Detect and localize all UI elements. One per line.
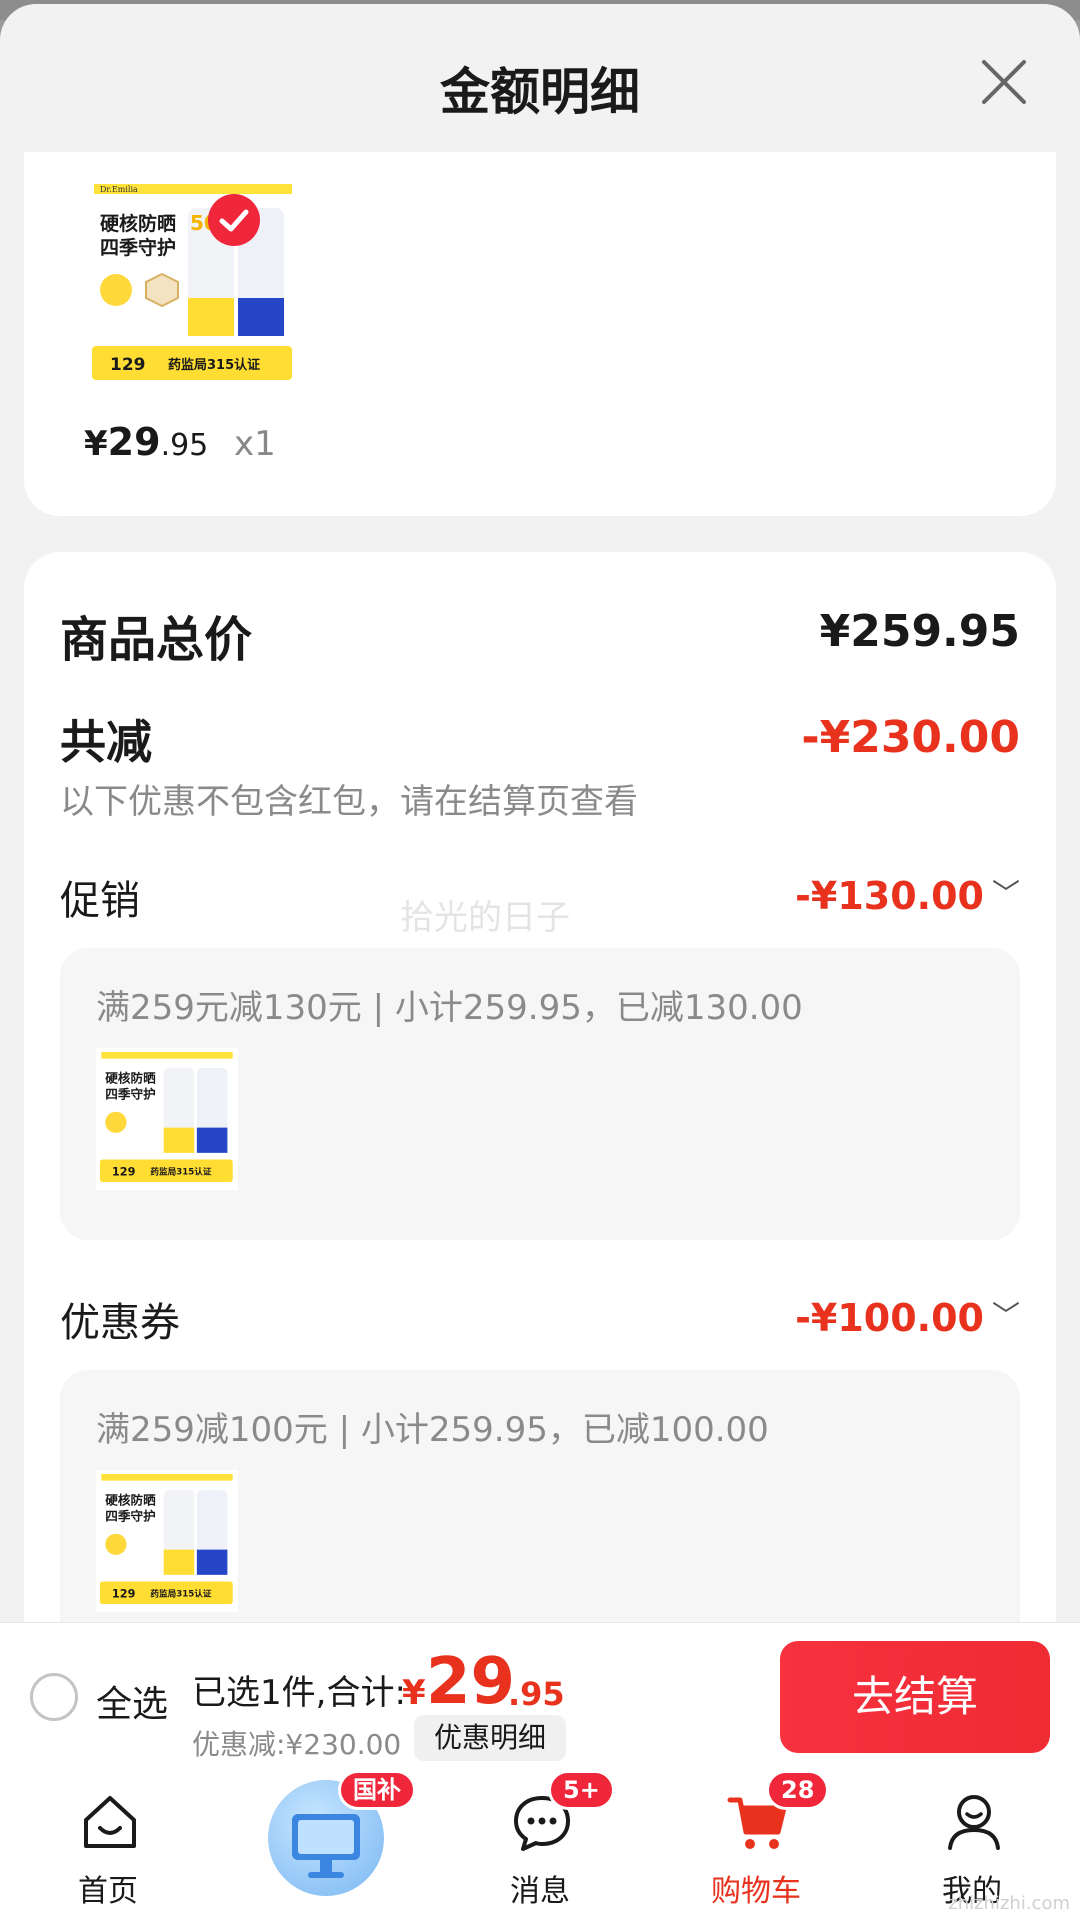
thumb-headline-2: 四季守护 [105,1086,155,1101]
cart-badge: 28 [766,1770,830,1810]
subsidy-badge: 国补 [338,1770,416,1810]
total-reduction-value: -¥230.00 [801,712,1020,763]
tab-home[interactable]: 首页 [8,1772,208,1922]
price-tag-text: 129 [110,355,146,375]
price-tag-text: 129 [112,1165,136,1178]
select-all-label[interactable]: 全选 [96,1675,168,1727]
product-card: Dr.Emilia 硬核防晒 四季守护 50 129 药监局315认证 ¥29.… [24,152,1056,516]
home-icon [84,1796,136,1848]
site-watermark: zhizhizhi.com [948,1893,1070,1914]
product-quantity: x1 [234,424,276,464]
coupon-detail-text: 满259减100元 | 小计259.95，已减100.00 [96,1410,769,1450]
sunscreen-product-image: 硬核防晒 四季守护 129 药监局315认证 [96,1048,238,1190]
selected-check-icon[interactable] [208,194,260,246]
sunscreen-product-image: 硬核防晒 四季守护 129 药监局315认证 [96,1470,238,1612]
chevron-down-icon: ﹀ [991,877,1020,910]
reduction-note: 以下优惠不包含红包，请在结算页查看 [60,782,638,822]
total-integer: 29 [426,1645,516,1719]
coupon-label: 优惠券 [60,1300,180,1346]
selected-summary: 已选1件,合计: [192,1673,406,1713]
user-watermark: 拾光的日子 [400,898,570,938]
price-decimal: .95 [160,428,209,463]
message-badge: 5+ [548,1770,615,1810]
cert-tag-text: 药监局315认证 [150,1166,211,1178]
close-icon [982,60,1026,104]
close-button[interactable] [976,54,1032,110]
thumb-headline-2: 四季守护 [100,236,176,259]
promotion-toggle[interactable]: -¥130.00 ﹀ [795,872,1020,918]
promotion-detail-text: 满259元减130元 | 小计259.95，已减130.00 [96,988,803,1028]
promotion-value: -¥130.00 [795,874,984,918]
select-all-radio[interactable] [30,1673,78,1721]
price-tag-text: 129 [112,1587,136,1600]
tab-cart-label: 购物车 [711,1874,801,1909]
total-decimal: .95 [508,1675,565,1713]
tab-messages[interactable]: 5+ 消息 [440,1770,640,1922]
thumb-headline-1: 硬核防晒 [100,212,176,235]
cert-tag-text: 药监局315认证 [168,357,260,373]
chevron-down-icon: ﹀ [991,1299,1020,1332]
price-currency: ¥ [84,424,108,464]
promotion-detail-box: 满259元减130元 | 小计259.95，已减130.00 硬核防晒 四季守护… [60,948,1020,1240]
discount-amount: 优惠减:¥230.00 [192,1728,402,1761]
checkout-bar: 全选 已选1件,合计: ¥ 29 .95 优惠减:¥230.00 优惠明细 去结… [0,1622,1080,1772]
thumb-headline-1: 硬核防晒 [105,1493,156,1508]
bottom-tab-bar: 首页 国补 5+ 消息 28 购物车 我的 zhizhizhi.com [0,1770,1080,1922]
total-price-value: ¥259.95 [819,606,1020,657]
product-price: ¥29.95 [84,420,208,464]
tab-home-label: 首页 [78,1874,138,1909]
thumb-headline-1: 硬核防晒 [105,1071,156,1086]
coupon-value: -¥100.00 [795,1296,984,1340]
total-price-label: 商品总价 [60,612,253,668]
tab-messages-label: 消息 [510,1874,570,1909]
discount-detail-button[interactable]: 优惠明细 [414,1715,567,1761]
amount-detail-sheet: 金额明细 Dr.Emilia 硬核防晒 四季守护 50 129 药监局315认证… [0,4,1080,1624]
sunscreen-product-image[interactable]: Dr.Emilia 硬核防晒 四季守护 50 129 药监局315认证 [86,178,300,392]
profile-icon [948,1795,1000,1850]
brand-text: Dr.Emilia [100,185,138,194]
coupon-toggle[interactable]: -¥100.00 ﹀ [795,1294,1020,1340]
page: 金额明细 Dr.Emilia 硬核防晒 四季守护 50 129 药监局315认证… [0,0,1080,1922]
sheet-title: 金额明细 [440,63,640,121]
thumb-headline-2: 四季守护 [105,1508,155,1523]
coupon-detail-box: 满259减100元 | 小计259.95，已减100.00 硬核防晒 四季守护 … [60,1370,1020,1624]
promotion-label: 促销 [60,878,140,924]
price-integer: 29 [107,420,161,464]
total-currency: ¥ [402,1673,426,1713]
total-reduction-label: 共减 [60,715,152,769]
cert-tag-text: 药监局315认证 [150,1588,211,1600]
tab-subsidy[interactable]: 国补 [228,1770,448,1922]
price-breakdown-card: 商品总价 ¥259.95 共减 -¥230.00 以下优惠不包含红包，请在结算页… [24,552,1056,1624]
checkout-button[interactable]: 去结算 [780,1641,1050,1753]
tab-cart[interactable]: 28 购物车 [656,1770,856,1922]
